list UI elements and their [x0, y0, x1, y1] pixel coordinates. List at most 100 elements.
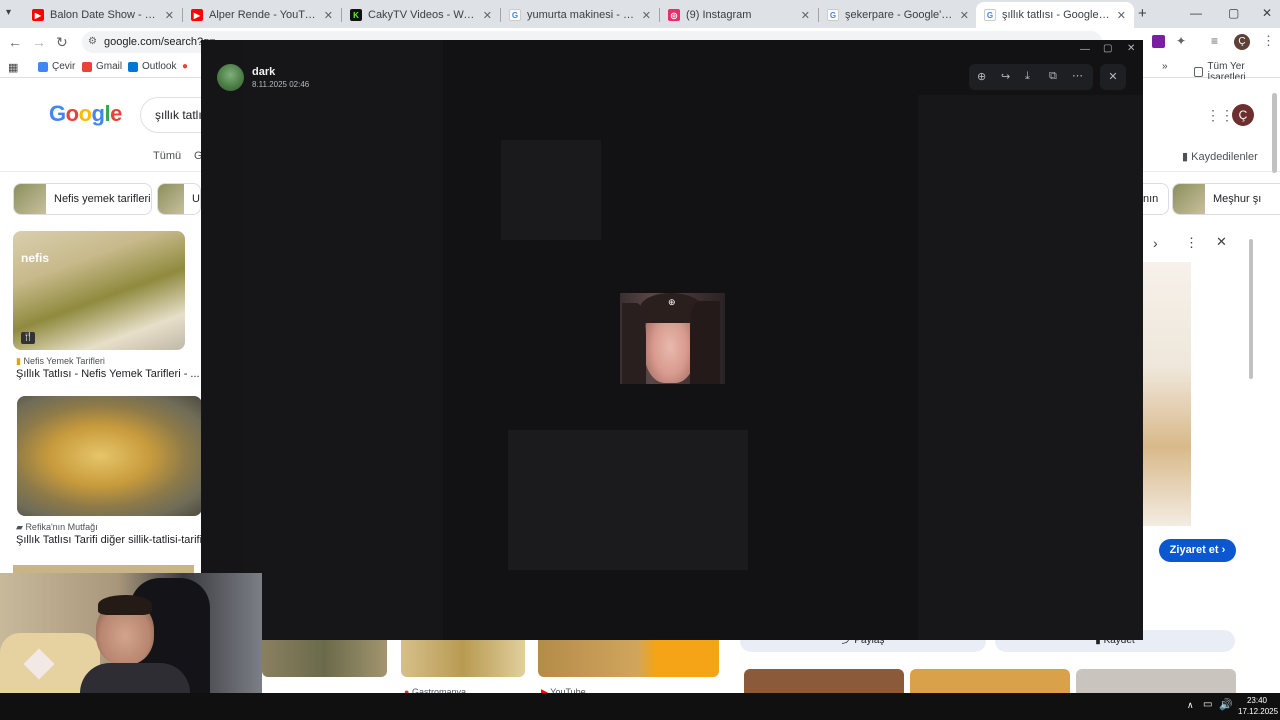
chip-nin[interactable]: nın — [1143, 183, 1169, 215]
more-icon[interactable]: ⋯ — [1072, 69, 1083, 82]
tab-title: şekerpare - Google'da Ara — [845, 9, 954, 21]
folder-icon — [1194, 67, 1204, 77]
close-tab-icon[interactable]: ✕ — [960, 9, 969, 22]
chip-meshur[interactable]: Meşhur şı — [1172, 183, 1280, 215]
minimize-icon[interactable]: — — [1080, 44, 1090, 55]
volume-icon[interactable]: 🔊 — [1219, 698, 1233, 711]
preview-image[interactable] — [1143, 262, 1191, 526]
result-source-1: ▮ Nefis Yemek Tarifleri — [16, 356, 105, 366]
tab-title: CakyTV Videos - Watch On-De — [368, 9, 477, 21]
recipe-icon: 🍴 — [21, 332, 35, 344]
related-image-2[interactable] — [910, 669, 1070, 693]
network-icon[interactable]: ▭ — [1203, 699, 1212, 710]
youtube-icon: ▶ — [32, 9, 44, 21]
bottom-image-2[interactable] — [401, 640, 525, 677]
tab-search-button[interactable]: ▾ — [6, 7, 11, 18]
zoom-in-icon[interactable]: ⊕ — [977, 70, 986, 83]
preview-scrollbar[interactable] — [1249, 239, 1253, 379]
clock-date: 17.12.2025 — [1238, 707, 1279, 716]
tab-6[interactable]: G şekerpare - Google'da Ara ✕ — [819, 4, 977, 26]
person-hair — [98, 595, 152, 615]
youtube-icon: ▶ — [191, 9, 203, 21]
google-account-avatar[interactable]: Ç — [1232, 104, 1254, 126]
tab-3[interactable]: K CakyTV Videos - Watch On-De ✕ — [342, 4, 500, 26]
saved-link[interactable]: ▮ Kaydedilenler — [1182, 150, 1258, 163]
reading-list-icon[interactable]: ≡ — [1211, 34, 1218, 48]
more-icon[interactable]: ⋮ — [1185, 235, 1198, 251]
related-image-3[interactable] — [1076, 669, 1236, 693]
clock-time: 23:40 — [1246, 696, 1268, 705]
scrollbar[interactable] — [1272, 93, 1277, 173]
bottom-image-3[interactable] — [538, 640, 719, 677]
tab-title: şıllık tatlısı - Google'da Ara — [1002, 9, 1111, 21]
translate-icon — [38, 61, 48, 72]
back-icon[interactable]: ← — [8, 34, 22, 50]
close-window-icon[interactable]: ✕ — [1262, 6, 1272, 20]
viewer-toolbar: ⊕ ↪ ⤓ ⧉ ⋯ — [969, 64, 1093, 90]
close-tab-icon[interactable]: ✕ — [1117, 9, 1126, 22]
search-query: şıllık tatlı — [155, 108, 202, 122]
close-window-icon[interactable]: ✕ — [1127, 43, 1135, 54]
maximize-icon[interactable]: ▢ — [1103, 43, 1112, 54]
menu-icon[interactable]: ⋮ — [1262, 33, 1275, 49]
site-info-icon[interactable]: ⚙ — [88, 31, 97, 53]
open-external-icon[interactable]: ⧉ — [1049, 70, 1057, 83]
google-apps-icon[interactable]: ⋮⋮ — [1206, 107, 1234, 124]
chip-nefis[interactable]: Nefis yemek tarifleri — [13, 183, 152, 215]
chip-u[interactable]: U — [157, 183, 201, 215]
minimize-icon[interactable]: — — [1190, 6, 1202, 20]
forward-icon[interactable]: ↪ — [1001, 70, 1010, 83]
bookmark-icon: ▮ — [1182, 151, 1189, 163]
close-tab-icon[interactable]: ✕ — [165, 9, 174, 22]
google-icon: G — [509, 9, 521, 21]
extension-icon[interactable] — [1152, 35, 1165, 48]
tray-chevron-icon[interactable]: ∧ — [1187, 700, 1194, 711]
close-tab-icon[interactable]: ✕ — [801, 9, 810, 22]
maps-pin-icon[interactable]: ● — [182, 61, 188, 72]
result-image-2[interactable] — [17, 396, 202, 516]
chip-thumbnail — [158, 184, 185, 214]
profile-avatar[interactable]: Ç — [1234, 34, 1250, 50]
tab-title: yumurta makinesi - Google'da — [527, 9, 636, 21]
close-icon[interactable]: ✕ — [1216, 234, 1227, 250]
tab-all[interactable]: Tümü — [153, 150, 181, 162]
tab-7-active[interactable]: G şıllık tatlısı - Google'da Ara ✕ — [976, 2, 1134, 28]
tab-4[interactable]: G yumurta makinesi - Google'da ✕ — [501, 4, 659, 26]
tab-5[interactable]: ◎ (9) Instagram ✕ — [660, 4, 818, 26]
result-source-2: ▰ Refika'nın Mutfağı — [16, 522, 98, 532]
extensions-puzzle-icon[interactable]: ✦ — [1176, 34, 1186, 48]
bottom-image-1[interactable] — [262, 640, 387, 677]
clock[interactable]: 23:40 17.12.2025 — [1238, 695, 1279, 717]
reload-icon[interactable]: ↻ — [56, 34, 68, 51]
sender-name[interactable]: dark — [252, 66, 275, 78]
preview-panel: › ⋮ ✕ — [1143, 229, 1256, 526]
next-icon[interactable]: › — [1153, 235, 1158, 251]
tab-title: Alper Rende - YouTube — [209, 9, 318, 21]
bookmark-gmail[interactable]: Gmail — [82, 61, 122, 72]
download-icon[interactable]: ⤓ — [1025, 70, 1030, 83]
forward-icon[interactable]: → — [32, 34, 46, 50]
close-viewer-button[interactable]: ✕ — [1100, 64, 1126, 90]
close-tab-icon[interactable]: ✕ — [642, 9, 651, 22]
new-tab-button[interactable]: + — [1138, 5, 1147, 22]
google-logo[interactable]: Google — [49, 101, 122, 127]
visit-button[interactable]: Ziyaret et › — [1159, 539, 1236, 562]
close-tab-icon[interactable]: ✕ — [483, 9, 492, 22]
close-tab-icon[interactable]: ✕ — [324, 9, 333, 22]
result-title-1[interactable]: Şıllık Tatlısı - Nefis Yemek Tarifleri -… — [16, 368, 200, 380]
related-image-1[interactable] — [744, 669, 904, 693]
google-icon: G — [827, 9, 839, 21]
tab-title: (9) Instagram — [686, 9, 752, 21]
sender-avatar[interactable] — [217, 64, 244, 91]
outlook-icon — [128, 61, 138, 72]
more-bookmarks-icon[interactable]: » — [1162, 61, 1168, 72]
tab-2[interactable]: ▶ Alper Rende - YouTube ✕ — [183, 4, 341, 26]
google-icon: G — [984, 9, 996, 21]
bookmark-outlook[interactable]: Outlook — [128, 61, 176, 72]
result-image-1[interactable]: nefis 🍴 — [13, 231, 185, 350]
apps-grid-icon[interactable]: ▦ — [8, 61, 18, 74]
tab-1[interactable]: ▶ Balon Date Show - YouTube ✕ — [24, 4, 182, 26]
bookmark-translate[interactable]: Çevir — [38, 61, 75, 72]
maximize-icon[interactable]: ▢ — [1228, 6, 1239, 20]
result-title-2[interactable]: Şıllık Tatlısı Tarifi diğer sillik-tatli… — [16, 534, 202, 546]
